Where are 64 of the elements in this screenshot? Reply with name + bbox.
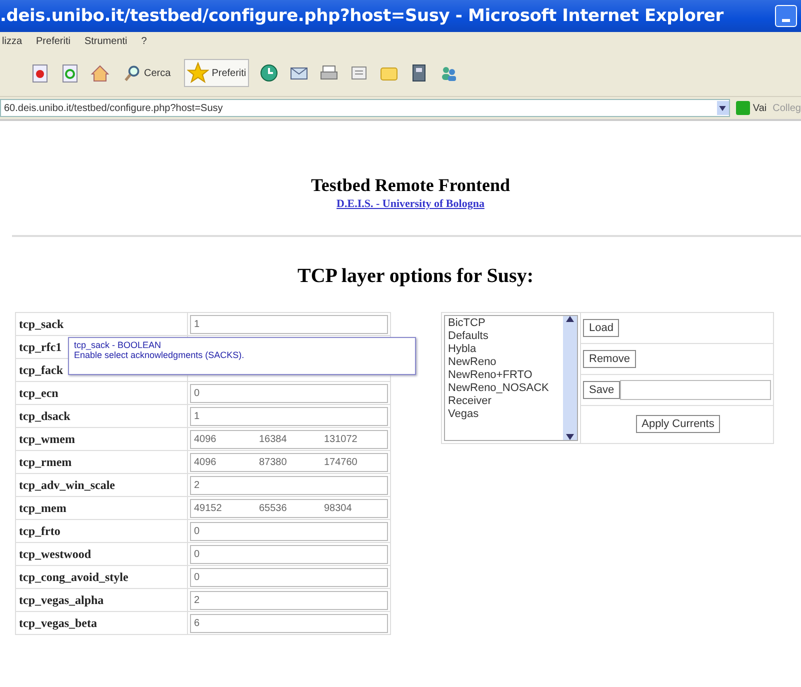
value-field[interactable]: 4096 16384 131072 bbox=[190, 430, 388, 448]
parameter-label: tcp_frto bbox=[19, 524, 60, 538]
list-item[interactable]: Receiver bbox=[448, 395, 560, 407]
apply-button[interactable]: Apply Currents bbox=[636, 415, 720, 433]
parameter-label: tcp_rfc1 bbox=[19, 340, 62, 354]
parameter-label: tcp_cong_avoid_style bbox=[19, 570, 128, 584]
name-field[interactable] bbox=[620, 380, 771, 400]
value-field[interactable]: 4096 87380 174760 bbox=[190, 452, 388, 472]
star-icon bbox=[186, 62, 209, 84]
menu-item[interactable]: ? bbox=[141, 36, 147, 46]
home-icon[interactable] bbox=[90, 63, 110, 83]
parameter-label: tcp_westwood bbox=[19, 546, 91, 560]
menu-item[interactable]: Strumenti bbox=[84, 36, 128, 46]
parameter-label: tcp_wmem bbox=[19, 432, 75, 446]
parameter-label: tcp_adv_win_scale bbox=[19, 478, 115, 492]
parameter-label: tcp_sack bbox=[19, 316, 64, 330]
go-button[interactable]: Vai bbox=[736, 101, 767, 115]
menu-item[interactable]: lizza bbox=[2, 36, 22, 46]
list-item[interactable]: Hybla bbox=[448, 343, 560, 355]
value-field[interactable]: 6 bbox=[190, 614, 388, 632]
remove-button[interactable]: Remove bbox=[583, 350, 636, 368]
tooltip-text: Enable select acknowledgments (SACKS). bbox=[74, 350, 246, 360]
list-item[interactable]: BicTCP bbox=[448, 317, 560, 329]
address-field[interactable]: 60.deis.unibo.it/testbed/configure.php?host=Susy bbox=[0, 99, 730, 117]
value-field[interactable]: 0 bbox=[190, 522, 388, 540]
history-icon[interactable] bbox=[259, 63, 280, 83]
parameter-label: tcp_dsack bbox=[19, 408, 70, 422]
section-heading: TCP layer options for Susy: bbox=[296, 265, 534, 288]
list-item[interactable]: Vegas bbox=[448, 408, 560, 420]
parameter-label: tcp_fack bbox=[19, 362, 63, 376]
parameter-label: tcp_mem bbox=[19, 500, 66, 514]
parameter-label: tcp_vegas_alpha bbox=[19, 592, 104, 606]
value-field[interactable]: 0 bbox=[190, 568, 388, 586]
favorites-button[interactable]: Preferiti bbox=[184, 59, 250, 87]
load-button[interactable]: Load bbox=[583, 319, 620, 337]
refresh-icon[interactable] bbox=[60, 63, 80, 83]
profile-list[interactable]: BicTCP Defaults Hybla NewReno NewReno+FRTO NewReno_NOSACK Receiver Vegas bbox=[444, 315, 578, 441]
value-field[interactable]: 49152 65536 98304 bbox=[190, 498, 388, 518]
menu-item[interactable]: Preferiti bbox=[36, 36, 70, 46]
list-item[interactable]: NewReno_NOSACK bbox=[448, 382, 560, 394]
search-icon bbox=[123, 64, 141, 82]
parameter-label: tcp_ecn bbox=[19, 386, 58, 400]
list-item[interactable]: NewReno bbox=[448, 356, 560, 368]
value-field[interactable]: 0 bbox=[190, 544, 388, 564]
value-field[interactable]: 2 bbox=[190, 476, 388, 494]
links-label: Colleg bbox=[772, 102, 801, 114]
stop-icon[interactable] bbox=[30, 63, 50, 83]
value-field[interactable]: 1 bbox=[190, 314, 388, 334]
window-title: .deis.unibo.it/testbed/configure.php?host=Susy - Microsoft Internet Explorer bbox=[0, 6, 724, 26]
list-item[interactable]: Defaults bbox=[448, 330, 560, 342]
search-button[interactable]: Cerca bbox=[120, 61, 174, 85]
value-field[interactable]: 1 bbox=[190, 406, 388, 426]
list-item[interactable]: NewReno+FRTO bbox=[448, 369, 560, 381]
scroll-up-icon[interactable] bbox=[566, 316, 574, 322]
value-field[interactable]: 2 bbox=[190, 590, 388, 610]
parameter-label: tcp_vegas_beta bbox=[19, 616, 97, 630]
tooltip-title: tcp_sack - BOOLEAN bbox=[74, 340, 162, 350]
scroll-down-icon[interactable] bbox=[566, 434, 574, 440]
parameter-label: tcp_rmem bbox=[19, 454, 72, 468]
page-heading: Testbed Remote Frontend bbox=[311, 175, 510, 196]
minimize-button[interactable] bbox=[775, 5, 797, 27]
university-link[interactable]: D.E.I.S. - University of Bologna bbox=[336, 198, 484, 210]
value-field[interactable]: 0 bbox=[190, 384, 388, 402]
save-button[interactable]: Save bbox=[583, 381, 620, 399]
